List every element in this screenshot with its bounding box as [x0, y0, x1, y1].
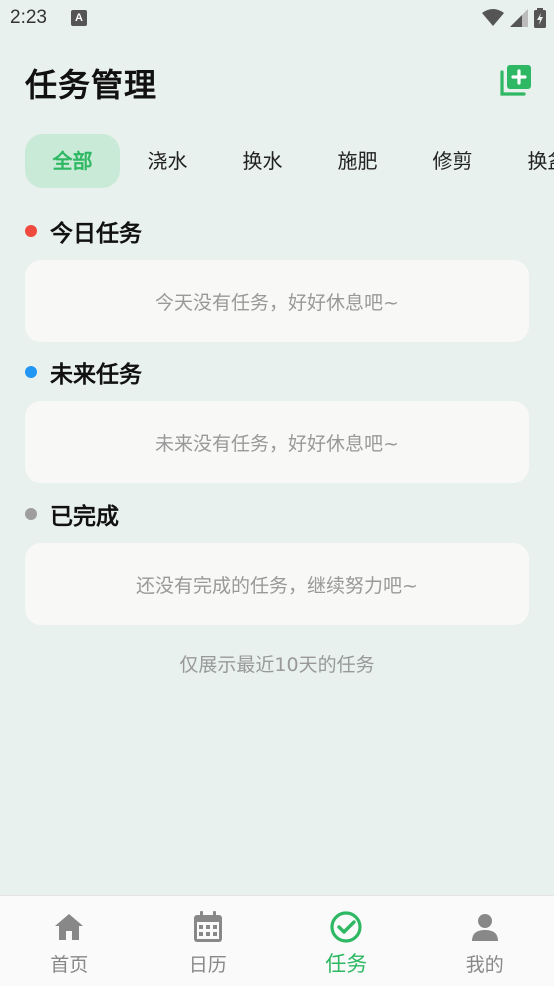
calendar-icon — [191, 910, 225, 944]
section-done-title: 已完成 — [50, 497, 119, 531]
section-today-title: 今日任务 — [50, 214, 142, 248]
status-time: 2:23 — [10, 7, 47, 29]
check-circle-icon — [329, 910, 363, 944]
tab-repot[interactable]: 换盆 — [500, 134, 554, 188]
future-empty-card: 未来没有任务，好好休息吧~ — [25, 401, 529, 483]
bottom-nav: 首页 日历 任务 — [0, 895, 554, 986]
status-icons — [482, 8, 546, 28]
battery-icon — [534, 8, 546, 28]
home-icon — [52, 910, 86, 944]
wifi-icon — [482, 9, 504, 27]
done-empty-card: 还没有完成的任务，继续努力吧~ — [25, 543, 529, 625]
tab-all[interactable]: 全部 — [25, 134, 120, 188]
tab-fertilize[interactable]: 施肥 — [310, 134, 405, 188]
app-notification-icon: A — [71, 10, 87, 26]
nav-tasks-label: 任务 — [325, 948, 367, 978]
tab-water-change[interactable]: 换水 — [215, 134, 310, 188]
nav-calendar-label: 日历 — [189, 950, 227, 977]
nav-profile-label: 我的 — [466, 950, 504, 977]
tab-watering[interactable]: 浇水 — [120, 134, 215, 188]
section-today-header: 今日任务 — [25, 216, 142, 246]
signal-icon — [510, 9, 528, 27]
today-empty-card: 今天没有任务，好好休息吧~ — [25, 260, 529, 342]
add-box-icon — [499, 63, 533, 97]
section-done-header: 已完成 — [25, 499, 119, 529]
person-icon — [468, 910, 502, 944]
future-dot — [25, 366, 37, 378]
header: 任务管理 — [0, 52, 554, 112]
today-dot — [25, 225, 37, 237]
filter-tabs: 全部浇水换水施肥修剪换盆 — [25, 134, 554, 190]
nav-profile[interactable]: 我的 — [416, 896, 554, 986]
nav-home-label: 首页 — [50, 950, 88, 977]
nav-calendar[interactable]: 日历 — [139, 896, 278, 986]
section-future-header: 未来任务 — [25, 357, 142, 387]
status-bar: 2:23 A — [0, 0, 554, 36]
done-dot — [25, 508, 37, 520]
nav-home[interactable]: 首页 — [0, 896, 139, 986]
nav-tasks[interactable]: 任务 — [277, 896, 416, 986]
section-future-title: 未来任务 — [50, 355, 142, 389]
page-title: 任务管理 — [25, 60, 157, 106]
tab-prune[interactable]: 修剪 — [405, 134, 500, 188]
add-task-button[interactable] — [498, 62, 534, 98]
footer-note: 仅展示最近10天的任务 — [0, 650, 554, 677]
